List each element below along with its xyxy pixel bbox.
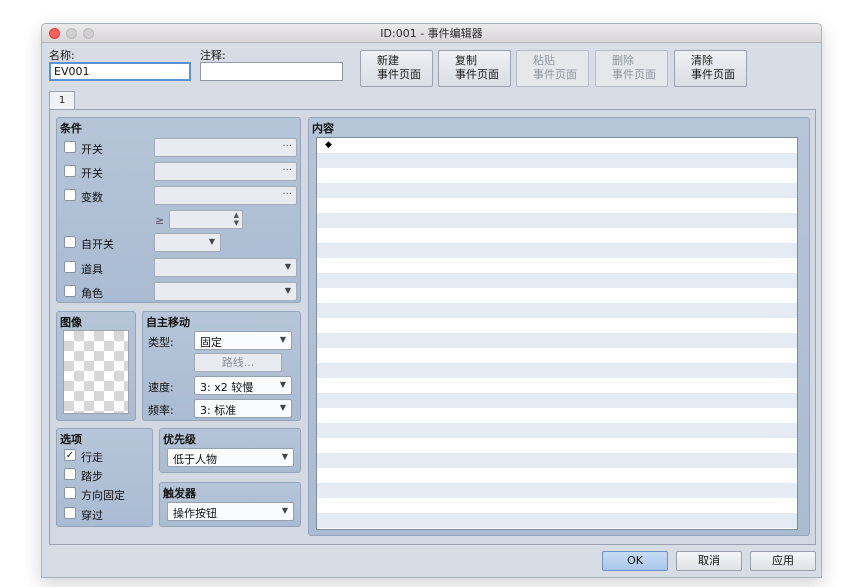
chevron-down-icon: ▼ (284, 286, 291, 295)
note-label: 注释: (200, 49, 226, 62)
window-title: ID:001 - 事件编辑器 (380, 27, 483, 40)
name-label: 名称: (49, 49, 75, 62)
delete-event-page-button[interactable]: 删除 事件页面 (595, 50, 668, 87)
switch1-label: 开关 (81, 143, 103, 156)
chevron-down-icon: ▼ (279, 380, 286, 389)
window-controls (49, 28, 94, 39)
direction-fix-checkbox[interactable] (64, 487, 76, 499)
close-window-icon[interactable] (49, 28, 60, 39)
through-label: 穿过 (81, 509, 103, 522)
copy-event-page-button[interactable]: 复制 事件页面 (438, 50, 511, 87)
stepper-arrows-icon[interactable]: ▲ ▼ (234, 211, 239, 227)
options-title: 选项 (60, 433, 82, 446)
chevron-down-icon: ▼ (279, 335, 286, 344)
trigger-group: 触发器 操作按钮 ▼ (159, 482, 301, 527)
self-switch-checkbox[interactable] (64, 236, 76, 248)
image-group: 图像 (56, 311, 136, 421)
maximize-window-icon[interactable] (83, 28, 94, 39)
trigger-title: 触发器 (163, 487, 196, 500)
through-checkbox[interactable] (64, 507, 76, 519)
walk-label: 行走 (81, 451, 103, 464)
variable-label: 变数 (81, 191, 103, 204)
variable-selector[interactable]: ··· (154, 186, 297, 205)
movement-group: 自主移动 类型: 固定 ▼ 路线... 速度: 3: x2 较慢 ▼ 频率: 3… (142, 311, 301, 421)
event-editor-window: ID:001 - 事件编辑器 名称: EV001 注释: 新建 事件页面 复制 事件… (41, 23, 822, 578)
switch1-checkbox[interactable] (64, 141, 76, 153)
conditions-title: 条件 (60, 122, 82, 135)
step-checkbox[interactable] (64, 468, 76, 480)
chevron-down-icon: ▼ (281, 506, 288, 515)
options-group: 选项 ✓ 行走 踏步 方向固定 穿过 (56, 428, 153, 527)
chevron-down-icon: ▼ (284, 262, 291, 271)
conditions-group: 条件 开关 ··· 开关 ··· 变数 ··· ≥ ▲ ▼ 自开关 ▼ 道具 ▼ … (56, 117, 301, 303)
paste-event-page-button[interactable]: 粘贴 事件页面 (516, 50, 589, 87)
ellipsis-icon: ··· (282, 165, 292, 176)
switch2-selector[interactable]: ··· (154, 162, 297, 181)
actor-select[interactable]: ▼ (154, 282, 297, 301)
frequency-label: 频率: (148, 404, 174, 417)
cancel-button[interactable]: 取消 (676, 551, 742, 571)
walk-checkbox[interactable]: ✓ (64, 449, 76, 461)
priority-group: 优先级 低于人物 ▼ (159, 428, 301, 473)
switch2-checkbox[interactable] (64, 165, 76, 177)
list-item[interactable]: ◆ (325, 140, 332, 150)
switch2-label: 开关 (81, 167, 103, 180)
note-input[interactable] (200, 62, 343, 81)
self-switch-select[interactable]: ▼ (154, 233, 221, 252)
priority-title: 优先级 (163, 433, 196, 446)
variable-checkbox[interactable] (64, 189, 76, 201)
item-checkbox[interactable] (64, 261, 76, 273)
switch1-selector[interactable]: ··· (154, 138, 297, 157)
movement-type-label: 类型: (148, 336, 174, 349)
event-page-pane: 条件 开关 ··· 开关 ··· 变数 ··· ≥ ▲ ▼ 自开关 ▼ 道具 ▼ … (49, 109, 816, 545)
chevron-down-icon: ▼ (208, 237, 215, 246)
movement-title: 自主移动 (146, 316, 190, 329)
frequency-select[interactable]: 3: 标准 ▼ (194, 399, 292, 418)
self-switch-label: 自开关 (81, 238, 114, 251)
clear-event-page-button[interactable]: 清除 事件页面 (674, 50, 747, 87)
variable-value-stepper[interactable]: ▲ ▼ (169, 210, 243, 229)
chevron-down-icon: ▼ (281, 452, 288, 461)
title-bar: ID:001 - 事件编辑器 (42, 24, 821, 43)
direction-fix-label: 方向固定 (81, 489, 125, 502)
actor-checkbox[interactable] (64, 285, 76, 297)
item-select[interactable]: ▼ (154, 258, 297, 277)
ellipsis-icon: ··· (282, 141, 292, 152)
item-label: 道具 (81, 263, 103, 276)
contents-group: 内容 ◆ (308, 117, 810, 536)
trigger-select[interactable]: 操作按钮 ▼ (167, 502, 294, 521)
chevron-down-icon: ▼ (279, 403, 286, 412)
minimize-window-icon[interactable] (66, 28, 77, 39)
movement-type-select[interactable]: 固定 ▼ (194, 331, 292, 350)
image-preview[interactable] (63, 330, 129, 414)
speed-label: 速度: (148, 381, 174, 394)
step-label: 踏步 (81, 470, 103, 483)
ok-button[interactable]: OK (602, 551, 668, 571)
name-input[interactable]: EV001 (49, 62, 191, 81)
priority-select[interactable]: 低于人物 ▼ (167, 448, 294, 467)
image-title: 图像 (60, 316, 82, 329)
geq-sign: ≥ (155, 214, 165, 227)
event-command-list[interactable]: ◆ (316, 137, 798, 530)
tab-page-1[interactable]: 1 (49, 91, 75, 109)
speed-select[interactable]: 3: x2 较慢 ▼ (194, 376, 292, 395)
contents-title: 内容 (312, 122, 334, 135)
apply-button[interactable]: 应用 (750, 551, 816, 571)
actor-label: 角色 (81, 287, 103, 300)
route-button[interactable]: 路线... (194, 353, 282, 372)
new-event-page-button[interactable]: 新建 事件页面 (360, 50, 433, 87)
ellipsis-icon: ··· (282, 189, 292, 200)
